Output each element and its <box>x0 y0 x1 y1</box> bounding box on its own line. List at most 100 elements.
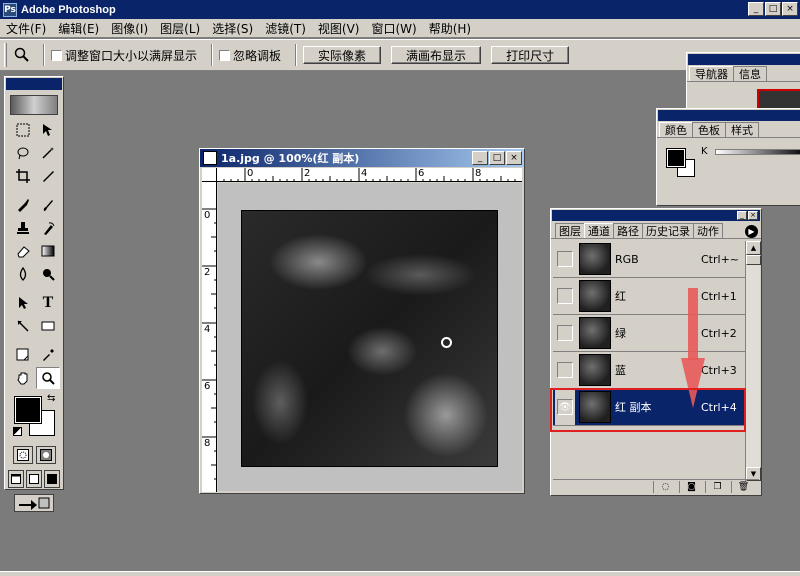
rectangle-tool-icon[interactable] <box>36 315 60 337</box>
options-bar-grip[interactable] <box>4 43 7 67</box>
channels-minimize-button[interactable]: _ <box>737 211 747 220</box>
print-size-button[interactable]: 打印尺寸 <box>491 46 570 64</box>
channel-list-scrollbar[interactable]: ▲ ▼ <box>745 241 761 481</box>
dodge-tool-icon[interactable] <box>36 263 60 285</box>
type-tool-icon[interactable]: T <box>36 292 60 314</box>
toolbox-logo[interactable] <box>10 95 58 115</box>
marquee-tool-icon[interactable] <box>11 119 35 141</box>
visibility-box[interactable] <box>557 288 573 304</box>
tab-layers[interactable]: 图层 <box>555 223 585 238</box>
canvas-area[interactable] <box>218 183 522 491</box>
channel-row-rgb[interactable]: RGB Ctrl+~ <box>553 241 745 278</box>
menu-view[interactable]: 视图(V) <box>312 20 366 37</box>
channels-title-bar[interactable]: _ × <box>552 210 760 221</box>
scroll-thumb[interactable] <box>746 255 761 265</box>
visibility-box[interactable] <box>557 362 573 378</box>
channel-row-red[interactable]: 红 Ctrl+1 <box>553 278 745 315</box>
clone-stamp-icon[interactable] <box>11 217 35 239</box>
visibility-box[interactable] <box>557 251 573 267</box>
actual-pixels-button[interactable]: 实际像素 <box>303 46 382 64</box>
blur-tool-icon[interactable] <box>11 263 35 285</box>
document-title-bar[interactable]: 1a.jpg @ 100%(红 副本) _ □ × <box>200 149 524 167</box>
crop-tool-icon[interactable] <box>11 165 35 187</box>
tab-actions[interactable]: 动作 <box>693 223 723 238</box>
full-screen-icon[interactable] <box>44 470 60 488</box>
load-selection-icon[interactable]: ◌ <box>653 480 677 493</box>
gradient-tool-icon[interactable] <box>36 240 60 262</box>
clouds-image[interactable] <box>241 210 498 467</box>
resize-windows-checkbox-box[interactable] <box>51 49 62 61</box>
menu-file[interactable]: 文件(F) <box>0 20 52 37</box>
fit-on-screen-button[interactable]: 满画布显示 <box>391 46 482 64</box>
foreground-color-swatch[interactable] <box>14 396 42 424</box>
menu-select[interactable]: 选择(S) <box>206 20 259 37</box>
doc-close-button[interactable]: × <box>506 151 522 165</box>
default-colors-icon[interactable] <box>13 427 22 436</box>
toolbox-title-bar[interactable] <box>6 78 62 90</box>
visibility-box[interactable] <box>557 325 573 341</box>
tab-history[interactable]: 历史记录 <box>642 223 694 238</box>
color-panel-title-bar[interactable] <box>658 110 800 121</box>
save-selection-icon[interactable]: ◙ <box>679 480 703 493</box>
horizontal-ruler[interactable]: 0 2 4 6 8 <box>217 168 522 182</box>
slice-tool-icon[interactable] <box>36 165 60 187</box>
navigator-title-bar[interactable] <box>688 54 800 65</box>
standard-mode-icon[interactable] <box>12 446 33 464</box>
panel-menu-arrow-icon[interactable]: ▶ <box>745 225 758 238</box>
tab-styles[interactable]: 样式 <box>725 122 759 137</box>
path-selection-icon[interactable] <box>11 292 35 314</box>
pen-tool-icon[interactable] <box>11 315 35 337</box>
menu-edit[interactable]: 编辑(E) <box>52 20 105 37</box>
close-button[interactable]: × <box>782 2 798 16</box>
ignore-palettes-checkbox[interactable]: 忽略调板 <box>219 47 281 64</box>
eyedropper-icon[interactable] <box>36 344 60 366</box>
new-channel-icon[interactable]: ❐ <box>705 480 729 493</box>
move-tool-icon[interactable] <box>36 119 60 141</box>
tab-channels[interactable]: 通道 <box>584 223 614 238</box>
restore-button[interactable]: □ <box>765 2 781 16</box>
history-brush-icon[interactable] <box>36 217 60 239</box>
hand-tool-icon[interactable] <box>11 367 35 389</box>
menu-filter[interactable]: 滤镜(T) <box>259 20 312 37</box>
visibility-toggle[interactable] <box>555 352 575 388</box>
zoom-tool-icon[interactable] <box>36 367 60 389</box>
swap-colors-icon[interactable]: ⇆ <box>47 393 55 404</box>
doc-maximize-button[interactable]: □ <box>489 151 505 165</box>
menu-help[interactable]: 帮助(H) <box>423 20 477 37</box>
scroll-up-button[interactable]: ▲ <box>746 241 761 255</box>
ruler-origin[interactable] <box>202 168 217 182</box>
channels-close-button[interactable]: × <box>748 211 758 220</box>
quick-mask-icon[interactable] <box>35 446 56 464</box>
resize-windows-checkbox[interactable]: 调整窗口大小以满屏显示 <box>51 47 197 64</box>
magnifier-icon[interactable] <box>11 44 33 66</box>
menu-window[interactable]: 窗口(W) <box>365 20 422 37</box>
lasso-tool-icon[interactable] <box>11 142 35 164</box>
tab-info[interactable]: 信息 <box>733 66 767 81</box>
brush-tool-icon[interactable] <box>36 194 60 216</box>
channel-row-green[interactable]: 绿 Ctrl+2 <box>553 315 745 352</box>
healing-brush-icon[interactable] <box>11 194 35 216</box>
tab-swatches[interactable]: 色板 <box>692 122 726 137</box>
tab-paths[interactable]: 路径 <box>613 223 643 238</box>
visibility-toggle[interactable] <box>555 315 575 351</box>
minimize-button[interactable]: _ <box>748 2 764 16</box>
channel-row-blue[interactable]: 蓝 Ctrl+3 <box>553 352 745 389</box>
standard-screen-icon[interactable] <box>8 470 24 488</box>
magic-wand-icon[interactable] <box>36 142 60 164</box>
jump-to-imageready-icon[interactable] <box>14 494 54 512</box>
eraser-tool-icon[interactable] <box>11 240 35 262</box>
ignore-palettes-checkbox-box[interactable] <box>219 49 231 61</box>
k-slider[interactable] <box>715 149 800 155</box>
delete-channel-icon[interactable]: 🗑 <box>731 480 755 493</box>
menu-image[interactable]: 图像(I) <box>105 20 154 37</box>
visibility-toggle[interactable] <box>555 241 575 277</box>
vertical-ruler[interactable]: 0 2 4 6 8 <box>202 182 217 492</box>
visibility-toggle[interactable] <box>555 278 575 314</box>
tab-color[interactable]: 颜色 <box>659 122 693 137</box>
notes-tool-icon[interactable] <box>11 344 35 366</box>
color-panel-foreground-swatch[interactable] <box>666 148 686 168</box>
doc-minimize-button[interactable]: _ <box>472 151 488 165</box>
full-screen-menu-icon[interactable] <box>26 470 42 488</box>
tab-navigator[interactable]: 导航器 <box>689 66 734 81</box>
menu-layer[interactable]: 图层(L) <box>154 20 206 37</box>
